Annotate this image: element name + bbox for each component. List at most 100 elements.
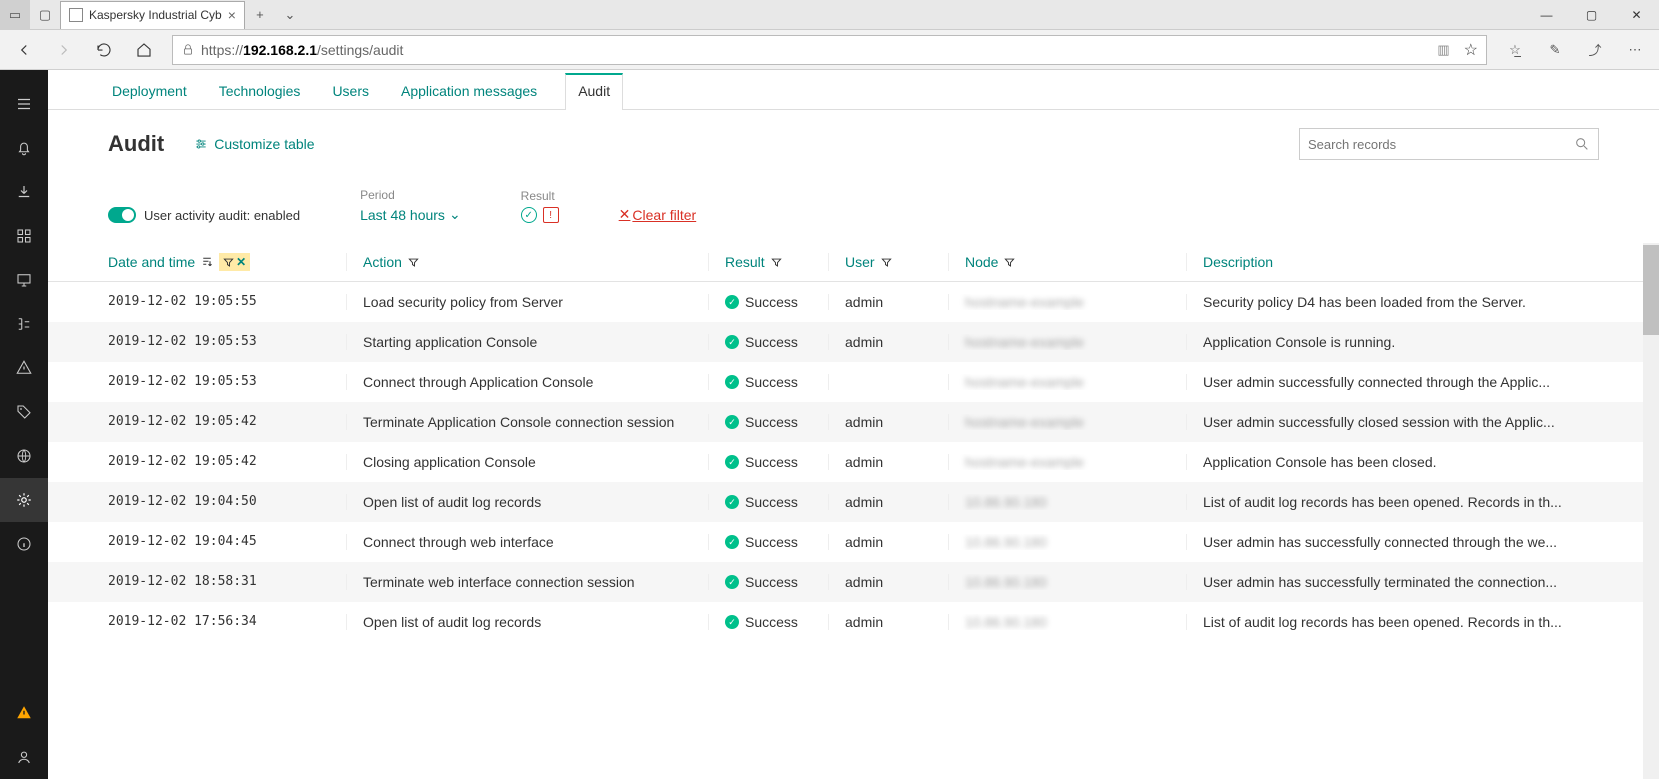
- sidebar-settings-icon[interactable]: [0, 478, 48, 522]
- close-window-button[interactable]: ✕: [1614, 0, 1659, 30]
- search-input[interactable]: [1308, 137, 1574, 152]
- cell-datetime: 2019-12-02 19:05:55: [108, 294, 346, 310]
- result-filter-error-icon[interactable]: !: [543, 207, 559, 223]
- new-tab-button[interactable]: +: [245, 0, 275, 30]
- funnel-icon[interactable]: [408, 257, 419, 268]
- cell-node: 10.86.90.180: [948, 534, 1186, 550]
- table-row[interactable]: 2019-12-02 19:05:53Connect through Appli…: [48, 362, 1659, 402]
- tab-dropdown-icon[interactable]: ⌄: [275, 0, 305, 30]
- cell-user: admin: [828, 454, 948, 470]
- cell-description: List of audit log records has been opene…: [1186, 494, 1659, 510]
- vertical-scrollbar[interactable]: [1643, 243, 1659, 779]
- notes-icon[interactable]: ✎: [1537, 32, 1573, 68]
- maximize-button[interactable]: ▢: [1569, 0, 1614, 30]
- page-header: Audit Customize table: [48, 110, 1659, 178]
- close-tab-icon[interactable]: ×: [228, 7, 236, 23]
- page-title: Audit: [108, 131, 164, 157]
- column-header-user[interactable]: User: [828, 253, 948, 271]
- favorite-star-icon[interactable]: ☆: [1464, 40, 1478, 60]
- table-row[interactable]: 2019-12-02 19:04:45Connect through web i…: [48, 522, 1659, 562]
- filters-row: User activity audit: enabled Period Last…: [48, 178, 1659, 243]
- column-header-result[interactable]: Result: [708, 253, 828, 271]
- period-selector[interactable]: Last 48 hours ⌄: [360, 206, 461, 223]
- column-header-description[interactable]: Description: [1186, 253, 1659, 271]
- audit-enabled-toggle[interactable]: [108, 207, 136, 223]
- column-header-datetime[interactable]: Date and time ✕: [108, 253, 346, 271]
- browser-titlebar: ▭ ▢ Kaspersky Industrial Cyb × + ⌄ — ▢ ✕: [0, 0, 1659, 30]
- result-filter-success-icon[interactable]: ✓: [521, 207, 537, 223]
- more-icon[interactable]: ⋯: [1617, 32, 1653, 68]
- cell-user: admin: [828, 534, 948, 550]
- cell-node: hostname-example: [948, 294, 1186, 310]
- sliders-icon: [194, 137, 208, 151]
- tab-audit[interactable]: Audit: [565, 73, 623, 110]
- browser-tab[interactable]: Kaspersky Industrial Cyb ×: [60, 1, 245, 29]
- funnel-icon[interactable]: [771, 257, 782, 268]
- home-button[interactable]: [126, 32, 162, 68]
- funnel-icon[interactable]: [881, 257, 892, 268]
- sort-desc-icon[interactable]: [201, 256, 213, 268]
- cell-description: Application Console has been closed.: [1186, 454, 1659, 470]
- success-check-icon: ✓: [725, 455, 739, 469]
- sidebar-info-icon[interactable]: [0, 522, 48, 566]
- cell-action: Open list of audit log records: [346, 494, 708, 510]
- cell-action: Terminate web interface connection sessi…: [346, 574, 708, 590]
- cell-result: ✓Success: [708, 374, 828, 390]
- sidebar-user-icon[interactable]: [0, 735, 48, 779]
- table-row[interactable]: 2019-12-02 19:05:42Terminate Application…: [48, 402, 1659, 442]
- column-header-node[interactable]: Node: [948, 253, 1186, 271]
- cell-user: admin: [828, 294, 948, 310]
- minimize-button[interactable]: —: [1524, 0, 1569, 30]
- search-icon[interactable]: [1574, 136, 1590, 152]
- table-row[interactable]: 2019-12-02 19:05:42Closing application C…: [48, 442, 1659, 482]
- refresh-button[interactable]: [86, 32, 122, 68]
- tab-actions-icon[interactable]: ▭: [0, 0, 30, 30]
- success-check-icon: ✓: [725, 375, 739, 389]
- cell-datetime: 2019-12-02 19:05:53: [108, 334, 346, 350]
- address-bar[interactable]: https://192.168.2.1/settings/audit ▥ ☆: [172, 35, 1487, 65]
- cell-description: User admin successfully connected throug…: [1186, 374, 1659, 390]
- table-row[interactable]: 2019-12-02 19:04:50Open list of audit lo…: [48, 482, 1659, 522]
- customize-table-button[interactable]: Customize table: [194, 136, 314, 152]
- cell-user: admin: [828, 614, 948, 630]
- sidebar-globe-icon[interactable]: [0, 434, 48, 478]
- tab-technologies[interactable]: Technologies: [215, 73, 305, 109]
- sidebar-monitor-icon[interactable]: [0, 258, 48, 302]
- share-icon[interactable]: ⤴: [1577, 32, 1613, 68]
- tab-application-messages[interactable]: Application messages: [397, 73, 541, 109]
- sidebar-bell-icon[interactable]: [0, 126, 48, 170]
- table-row[interactable]: 2019-12-02 19:05:55Load security policy …: [48, 282, 1659, 322]
- table-row[interactable]: 2019-12-02 18:58:31Terminate web interfa…: [48, 562, 1659, 602]
- sidebar-tag-icon[interactable]: [0, 390, 48, 434]
- sidebar-menu-icon[interactable]: [0, 82, 48, 126]
- success-check-icon: ✓: [725, 415, 739, 429]
- sidebar-tree-icon[interactable]: [0, 302, 48, 346]
- sidebar-download-icon[interactable]: [0, 170, 48, 214]
- search-box[interactable]: [1299, 128, 1599, 160]
- tab-deployment[interactable]: Deployment: [108, 73, 191, 109]
- cell-action: Terminate Application Console connection…: [346, 414, 708, 430]
- filter-active-badge[interactable]: ✕: [219, 253, 250, 271]
- success-check-icon: ✓: [725, 295, 739, 309]
- forward-button[interactable]: [46, 32, 82, 68]
- favorites-icon[interactable]: ☆̲: [1497, 32, 1533, 68]
- cell-datetime: 2019-12-02 19:04:45: [108, 534, 346, 550]
- tab-preview-icon[interactable]: ▢: [30, 0, 60, 30]
- cell-user: admin: [828, 494, 948, 510]
- sidebar-warning-icon[interactable]: [0, 691, 48, 735]
- clear-filter-button[interactable]: ✕ Clear filter: [619, 206, 697, 223]
- table-row[interactable]: 2019-12-02 19:05:53Starting application …: [48, 322, 1659, 362]
- scrollbar-thumb[interactable]: [1643, 245, 1659, 335]
- sidebar-dashboard-icon[interactable]: [0, 214, 48, 258]
- filter-clear-x-icon[interactable]: ✕: [236, 255, 246, 269]
- table-row[interactable]: 2019-12-02 17:56:34Open list of audit lo…: [48, 602, 1659, 642]
- sidebar-alert-icon[interactable]: [0, 346, 48, 390]
- back-button[interactable]: [6, 32, 42, 68]
- reading-view-icon[interactable]: ▥: [1437, 42, 1449, 58]
- funnel-icon[interactable]: [1004, 257, 1015, 268]
- tab-users[interactable]: Users: [328, 73, 373, 109]
- column-header-action[interactable]: Action: [346, 253, 708, 271]
- cell-description: Security policy D4 has been loaded from …: [1186, 294, 1659, 310]
- cell-datetime: 2019-12-02 17:56:34: [108, 614, 346, 630]
- cell-description: User admin has successfully terminated t…: [1186, 574, 1659, 590]
